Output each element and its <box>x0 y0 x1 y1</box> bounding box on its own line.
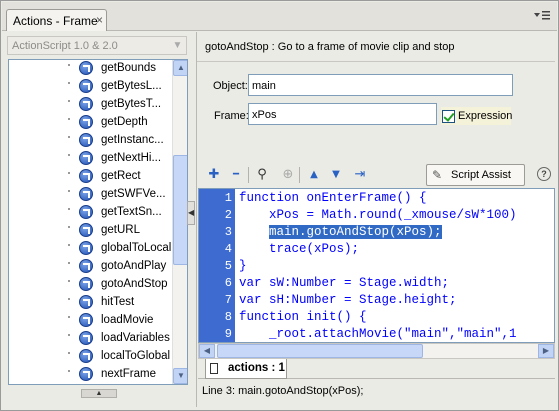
scrollbar-thumb[interactable] <box>173 155 187 265</box>
list-item[interactable]: nextFrame <box>79 366 174 384</box>
action-item-icon <box>79 115 93 129</box>
action-item-icon <box>79 349 93 363</box>
panel-menu-icon[interactable] <box>532 8 552 24</box>
pencil-icon: ✎ <box>432 168 443 182</box>
list-item[interactable]: getBytesL... <box>79 78 174 96</box>
divider <box>196 32 197 407</box>
list-item[interactable]: loadMovie <box>79 312 174 330</box>
action-item-icon <box>79 241 93 255</box>
list-item[interactable]: getBounds <box>79 60 174 78</box>
language-select[interactable]: ActionScript 1.0 & 2.0 ▼ <box>7 36 187 55</box>
action-item-icon <box>79 169 93 183</box>
object-label: Object: <box>213 80 248 92</box>
action-item-icon <box>79 331 93 345</box>
script-tab-label: actions : 1 <box>228 362 285 374</box>
add-icon[interactable]: ✚ <box>205 167 223 183</box>
action-item-icon <box>79 295 93 309</box>
action-item-icon <box>79 259 93 273</box>
code-line: 1 function onEnterFrame() { <box>224 191 427 205</box>
list-item[interactable]: getInstanc... <box>79 132 174 150</box>
list-item[interactable]: hitTest <box>79 294 174 312</box>
script-tab-actions[interactable]: actions : 1 <box>205 359 287 379</box>
actions-toolbox-list[interactable]: getBounds getBytesL... getBytesT... getD… <box>8 59 188 385</box>
expression-checkbox[interactable] <box>442 110 455 123</box>
action-item-icon <box>79 97 93 111</box>
list-item[interactable]: getBytesT... <box>79 96 174 114</box>
scroll-down-icon[interactable]: ▼ <box>173 368 187 384</box>
list-item[interactable]: getURL <box>79 222 174 240</box>
scroll-up-icon[interactable]: ▲ <box>173 60 187 76</box>
list-item[interactable]: getDepth <box>79 114 174 132</box>
toolbar-separator <box>299 167 300 183</box>
panel-tab-actions-frame[interactable]: Actions - Frame × <box>6 9 107 31</box>
frame-label: Frame: <box>214 110 249 122</box>
code-line-selected: 3 main.gotoAndStop(xPos); <box>224 225 442 239</box>
object-field[interactable]: main <box>248 74 513 96</box>
frame-field[interactable]: xPos <box>248 103 437 125</box>
list-vertical-scrollbar[interactable]: ▲ ▼ <box>172 60 187 384</box>
toolbar-separator <box>248 167 249 183</box>
tree-connector-lines <box>65 60 73 384</box>
scroll-left-icon[interactable]: ◀ <box>199 344 215 358</box>
remove-icon[interactable]: ━ <box>227 167 245 183</box>
scroll-right-icon[interactable]: ▶ <box>538 344 554 358</box>
insert-target-icon[interactable]: ⇥ <box>351 167 369 183</box>
action-item-icon <box>79 133 93 147</box>
code-line: 8 function init() { <box>224 310 367 324</box>
list-item[interactable]: gotoAndPlay <box>79 258 174 276</box>
code-line: 9 _root.attachMovie("main","main",1 <box>224 327 517 341</box>
code-line: 6 var sW:Number = Stage.width; <box>224 276 450 290</box>
script-editor[interactable]: 1 function onEnterFrame() { 2 xPos = Math… <box>198 188 555 343</box>
action-item-icon <box>79 367 93 381</box>
language-select-value: ActionScript 1.0 & 2.0 <box>12 40 118 52</box>
action-item-icon <box>79 151 93 165</box>
script-assist-label: Script Assist <box>451 169 511 181</box>
actions-panel: Actions - Frame × ActionScript 1.0 & 2.0… <box>0 0 559 411</box>
action-item-icon <box>79 61 93 75</box>
action-description-bar: gotoAndStop : Go to a frame of movie cli… <box>197 32 555 62</box>
panel-title: Actions - Frame <box>13 14 98 28</box>
move-up-icon[interactable]: ▲ <box>305 167 323 183</box>
action-item-icon <box>79 187 93 201</box>
list-item[interactable]: gotoAndStop <box>79 276 174 294</box>
frame-field-value: xPos <box>252 109 277 121</box>
code-line: 7 var sH:Number = Stage.height; <box>224 293 457 307</box>
action-description: gotoAndStop : Go to a frame of movie cli… <box>205 41 455 53</box>
list-item[interactable]: localToGlobal <box>79 348 174 366</box>
toolbox-collapse-button[interactable]: ▲ <box>81 389 117 398</box>
script-tab-bar: actions : 1 <box>198 359 555 379</box>
script-file-icon <box>210 363 218 374</box>
chevron-down-icon[interactable]: ▼ <box>170 38 185 53</box>
action-item-icon <box>79 313 93 327</box>
list-item[interactable]: getTextSn... <box>79 204 174 222</box>
list-item[interactable]: loadVariables <box>79 330 174 348</box>
list-item[interactable]: globalToLocal <box>79 240 174 258</box>
panel-splitter-collapse[interactable]: ◀ <box>187 201 195 225</box>
script-assist-button[interactable]: ✎ Script Assist <box>426 164 525 186</box>
expression-label: Expression <box>458 110 513 122</box>
help-icon[interactable]: ? <box>537 167 551 181</box>
action-item-icon <box>79 205 93 219</box>
object-field-value: main <box>252 80 276 92</box>
find-icon[interactable]: ⚲ <box>253 167 271 183</box>
expression-option[interactable]: Expression <box>441 107 513 125</box>
action-item-icon <box>79 79 93 93</box>
selected-code: main.gotoAndStop(xPos); <box>269 225 442 239</box>
action-item-icon <box>79 277 93 291</box>
code-line: 2 xPos = Math.round(_xmouse/sW*100) <box>224 208 517 222</box>
target-icon[interactable]: ⊕ <box>279 167 297 183</box>
panel-tab-bar: Actions - Frame × <box>2 2 557 31</box>
scrollbar-thumb[interactable] <box>217 344 423 358</box>
status-line: Line 3: main.gotoAndStop(xPos); <box>202 385 364 397</box>
code-horizontal-scrollbar[interactable]: ◀ ▶ <box>198 343 555 359</box>
close-icon[interactable]: × <box>96 13 103 27</box>
list-item[interactable]: getSWFVe... <box>79 186 174 204</box>
code-line: 4 trace(xPos); <box>224 242 360 256</box>
list-item[interactable]: getRect <box>79 168 174 186</box>
move-down-icon[interactable]: ▼ <box>327 167 345 183</box>
action-item-icon <box>79 223 93 237</box>
list-item[interactable]: getNextHi... <box>79 150 174 168</box>
code-line: 5} <box>224 259 247 273</box>
